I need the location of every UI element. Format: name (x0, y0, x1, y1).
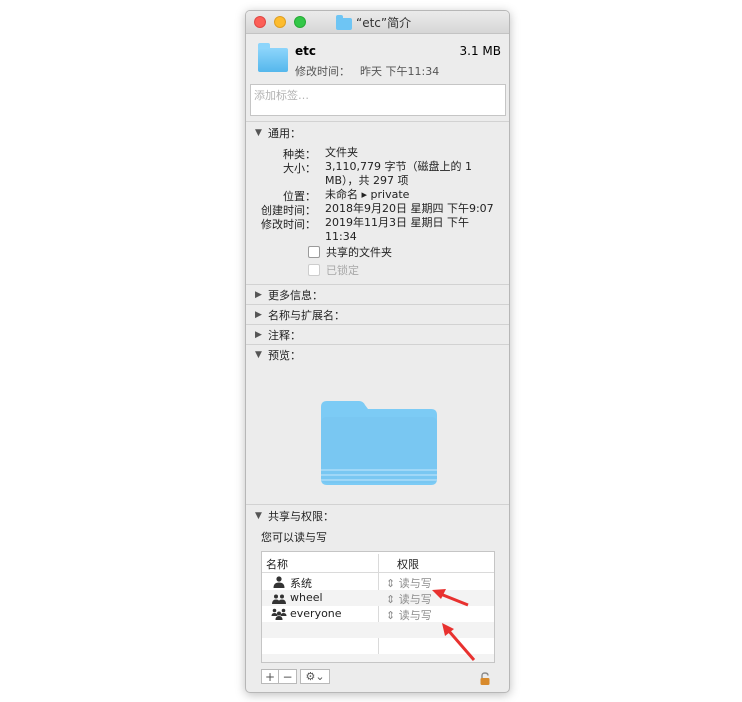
section-more-info[interactable]: ▶ 更多信息： (255, 287, 323, 303)
kind-value: 文件夹 (325, 146, 358, 159)
section-comments[interactable]: ▶ 注释： (255, 327, 301, 343)
section-general[interactable]: ▼ 通用： (255, 125, 301, 141)
principal-name: everyone (290, 607, 342, 620)
folder-icon (336, 14, 352, 30)
annotation-arrow (432, 589, 476, 661)
locked-label: 已锁定 (326, 264, 359, 277)
column-name-header[interactable]: 名称 (266, 556, 288, 572)
item-size: 3.1 MB (459, 44, 501, 58)
modified-label: 修改时间： (295, 65, 350, 78)
modified-summary: 修改时间： 昨天 下午11:34 (295, 63, 439, 79)
add-button[interactable]: + (261, 669, 279, 684)
gear-menu-button[interactable]: ⚙︎⌄ (300, 669, 330, 684)
disclosure-open-icon: ▼ (255, 511, 262, 521)
section-comments-label: 注释： (268, 329, 301, 342)
section-sharing-label: 共享与权限： (268, 510, 334, 523)
divider (246, 324, 509, 325)
permission-summary: 您可以读与写 (261, 531, 327, 544)
disclosure-open-icon: ▼ (255, 350, 262, 360)
disclosure-closed-icon: ▶ (255, 330, 262, 340)
disclosure-closed-icon: ▶ (255, 310, 262, 320)
shared-folder-checkbox[interactable]: 共享的文件夹 (308, 244, 392, 260)
folder-preview-icon (321, 401, 437, 485)
section-preview-label: 预览： (268, 349, 301, 362)
modified-value: 昨天 下午11:34 (360, 65, 440, 78)
divider (246, 284, 509, 285)
section-general-label: 通用： (268, 127, 301, 140)
folder-icon (258, 43, 288, 72)
principal-name: wheel (290, 591, 323, 604)
group-icon (272, 594, 286, 604)
checkbox-box (308, 264, 320, 276)
divider (246, 304, 509, 305)
tags-field[interactable]: 添加标签… (250, 84, 506, 116)
size-label: 大小： (283, 162, 316, 175)
disclosure-closed-icon: ▶ (255, 290, 262, 300)
window-title-text: “etc”简介 (356, 16, 412, 30)
single-user-icon (273, 576, 285, 588)
everyone-icon (271, 608, 287, 620)
lock-icon[interactable] (479, 672, 491, 685)
divider (246, 121, 509, 122)
title-bar: “etc”简介 (246, 11, 509, 34)
shared-folder-label: 共享的文件夹 (326, 246, 392, 259)
locked-checkbox: 已锁定 (308, 262, 359, 278)
item-name: etc (295, 44, 316, 58)
modified-label: 修改时间： (261, 218, 316, 231)
principal-name: 系统 (290, 577, 312, 590)
info-header: etc 3.1 MB 修改时间： 昨天 下午11:34 (246, 34, 509, 84)
location-value: 未命名 ▸ private (325, 188, 410, 201)
section-sharing[interactable]: ▼ 共享与权限： (255, 508, 334, 524)
checkbox-box[interactable] (308, 246, 320, 258)
modified-value: 2019年11月3日 星期日 下午11:34 (325, 216, 469, 243)
section-name-ext-label: 名称与扩展名： (268, 309, 345, 322)
divider (246, 504, 509, 505)
created-value: 2018年9月20日 星期四 下午9:07 (325, 202, 494, 215)
section-name-ext[interactable]: ▶ 名称与扩展名： (255, 307, 345, 323)
remove-button[interactable]: − (279, 669, 297, 684)
window-title: “etc”简介 (336, 14, 411, 31)
section-more-info-label: 更多信息： (268, 289, 323, 302)
permissions-toolbar: + − ⚙︎⌄ (261, 669, 330, 684)
minimize-button[interactable] (274, 16, 286, 28)
divider (246, 344, 509, 345)
disclosure-open-icon: ▼ (255, 128, 262, 138)
column-privilege-header[interactable]: 权限 (397, 556, 419, 572)
zoom-button[interactable] (294, 16, 306, 28)
size-value: 3,110,779 字节（磁盘上的 1 MB），共 297 项 (325, 160, 472, 187)
section-preview[interactable]: ▼ 预览： (255, 347, 301, 363)
close-button[interactable] (254, 16, 266, 28)
